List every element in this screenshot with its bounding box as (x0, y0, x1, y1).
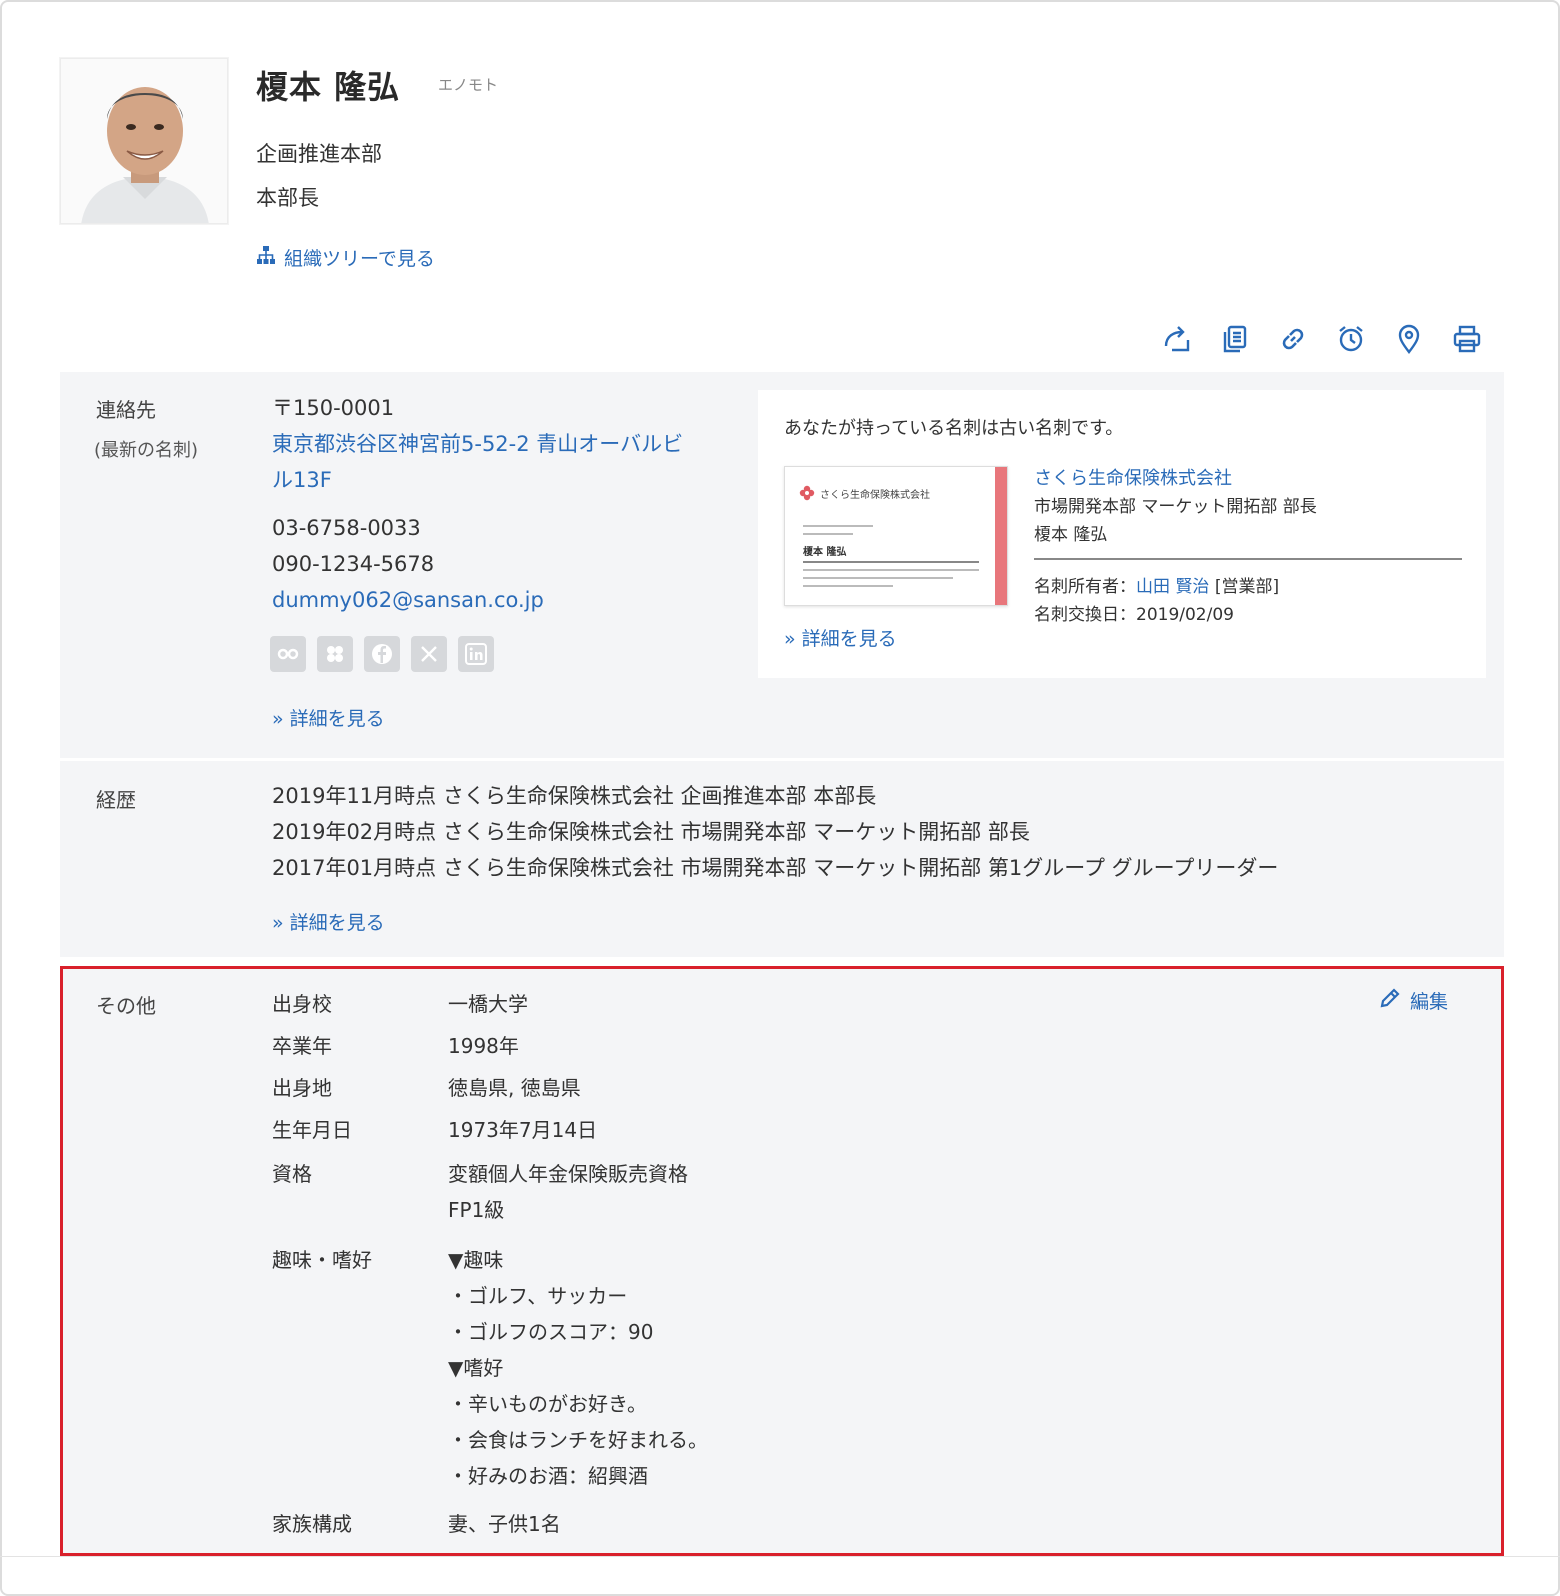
birthday-key: 生年月日 (272, 1118, 352, 1142)
contact-sub-label: (最新の名刺) (94, 440, 199, 461)
social-icons (270, 636, 494, 672)
contact-detail-link[interactable]: » 詳細を見る (272, 704, 385, 731)
edit-label: 編集 (1409, 991, 1448, 1013)
profile-photo (60, 58, 228, 224)
phone-number: 03-6758-0033 (272, 516, 421, 540)
card-divider (1034, 558, 1462, 560)
eight-icon[interactable] (270, 636, 306, 672)
contact-label: 連絡先 (96, 398, 156, 422)
career-entry: 2019年02月時点 さくら生命保険株式会社 市場開発本部 マーケット開拓部 部… (272, 820, 1030, 844)
person-department: 企画推進本部 (256, 142, 382, 166)
career-entry: 2017年01月時点 さくら生命保険株式会社 市場開発本部 マーケット開拓部 第… (272, 856, 1279, 880)
family-value: 妻、子供1名 (448, 1512, 561, 1536)
hobby-key: 趣味・嗜好 (272, 1248, 372, 1272)
career-label: 経歴 (96, 788, 136, 812)
career-detail-link[interactable]: » 詳細を見る (272, 908, 385, 935)
sakura-icon (799, 485, 815, 501)
card-owner: 名刺所有者：山田 賢治 [営業部] (1034, 572, 1279, 597)
person-kana: エノモト (438, 76, 499, 94)
card-detail-link[interactable]: » 詳細を見る (784, 624, 897, 651)
card-owner-link[interactable]: 山田 賢治 (1136, 577, 1209, 597)
person-position: 本部長 (256, 186, 319, 210)
grad-year-key: 卒業年 (272, 1034, 332, 1058)
card-owner-dept: [営業部] (1214, 577, 1280, 597)
print-icon[interactable] (1452, 324, 1482, 354)
action-toolbar (1162, 324, 1482, 354)
org-tree-link[interactable]: 組織ツリーで見る (256, 244, 435, 271)
birthday-value: 1973年7月14日 (448, 1118, 598, 1142)
card-company-link[interactable]: さくら生命保険株式会社 (1034, 464, 1232, 490)
card-image-line (803, 533, 853, 535)
hobby-line: ・辛いものがお好き。 (448, 1392, 647, 1416)
hobby-line: ▼嗜好 (448, 1356, 504, 1380)
school-value: 一橋大学 (448, 992, 528, 1016)
qualification-value: FP1級 (448, 1198, 505, 1222)
location-icon[interactable] (1394, 324, 1424, 354)
hometown-key: 出身地 (272, 1076, 332, 1100)
hobby-line: ・ゴルフのスコア：90 (448, 1320, 654, 1344)
card-owner-label: 名刺所有者： (1034, 577, 1136, 597)
business-card-image[interactable]: さくら生命保険株式会社 榎本 隆弘 (784, 466, 1008, 606)
grad-year-value: 1998年 (448, 1034, 519, 1058)
linkedin-icon[interactable] (458, 636, 494, 672)
card-image-stripe (995, 467, 1007, 605)
card-title: 市場開発本部 マーケット開拓部 部長 (1034, 497, 1317, 517)
qualification-value: 変額個人年金保険販売資格 (448, 1162, 688, 1186)
card-image-company: さくら生命保険株式会社 (820, 489, 930, 501)
card-image-line (803, 585, 893, 587)
edit-button[interactable]: 編集 (1378, 986, 1448, 1015)
hobby-line: ・会食はランチを好まれる。 (448, 1428, 708, 1452)
bottom-divider (0, 1556, 1560, 1557)
card-name: 榎本 隆弘 (1034, 525, 1108, 545)
card-image-name: 榎本 隆弘 (803, 547, 847, 558)
hobby-line: ・好みのお酒：紹興酒 (448, 1464, 648, 1488)
facebook-icon[interactable] (364, 636, 400, 672)
school-key: 出身校 (272, 992, 332, 1016)
pencil-icon (1378, 986, 1402, 1015)
person-name: 榎本 隆弘 (256, 68, 401, 106)
copy-icon[interactable] (1220, 324, 1250, 354)
address-link-line2[interactable]: ル13F (272, 464, 332, 494)
hometown-value: 徳島県, 徳島県 (448, 1076, 581, 1100)
card-image-line (803, 569, 979, 571)
card-image-logo: さくら生命保険株式会社 (799, 485, 930, 501)
address-link-line1[interactable]: 東京都渋谷区神宮前5-52-2 青山オーバルビ (272, 428, 683, 458)
card-image-line (803, 525, 873, 527)
org-tree-icon (256, 245, 276, 270)
hobby-line: ・ゴルフ、サッカー (448, 1284, 628, 1308)
family-key: 家族構成 (272, 1512, 352, 1536)
email-link[interactable]: dummy062@sansan.co.jp (272, 588, 544, 612)
alarm-icon[interactable] (1336, 324, 1366, 354)
card-image-line (803, 577, 953, 579)
card-exchange-date: 名刺交換日：2019/02/09 (1034, 605, 1234, 625)
mobile-number: 090-1234-5678 (272, 552, 435, 576)
card-image-line (803, 561, 979, 563)
qualification-key: 資格 (272, 1162, 312, 1186)
postal-code: 〒150-0001 (272, 396, 395, 420)
link-icon[interactable] (1278, 324, 1308, 354)
other-label: その他 (96, 994, 156, 1018)
career-entry: 2019年11月時点 さくら生命保険株式会社 企画推進本部 本部長 (272, 784, 877, 808)
flower-icon[interactable] (317, 636, 353, 672)
x-icon[interactable] (411, 636, 447, 672)
share-icon[interactable] (1162, 324, 1192, 354)
old-card-notice: あなたが持っている名刺は古い名刺です。 (784, 418, 1124, 439)
org-tree-label: 組織ツリーで見る (284, 248, 435, 270)
hobby-line: ▼趣味 (448, 1248, 504, 1272)
